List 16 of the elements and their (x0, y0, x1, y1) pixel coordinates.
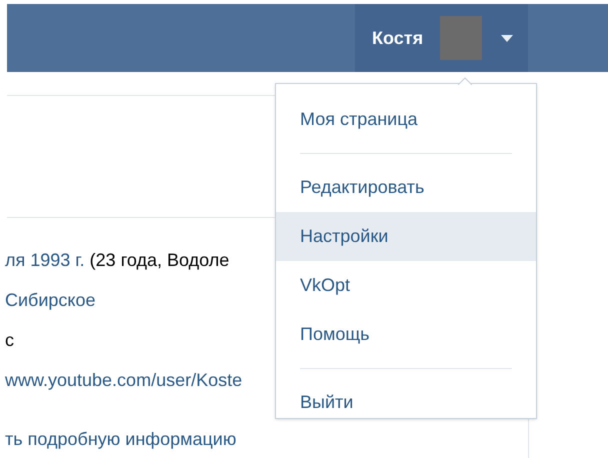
menu-item[interactable]: Настройки (276, 212, 536, 261)
menu-item[interactable]: Выйти (276, 378, 536, 427)
profile-link[interactable]: Сибирское (5, 290, 96, 310)
user-name: Костя (372, 26, 424, 50)
profile-text: (23 года, Водоле (88, 250, 230, 270)
show-details-link[interactable]: ть подробную информацию (5, 429, 236, 449)
profile-text: с (5, 330, 14, 350)
caret-icon (501, 34, 514, 42)
menu-item[interactable]: Моя страница (276, 95, 536, 144)
user-menu-button[interactable]: Костя (355, 4, 528, 72)
menu-item[interactable]: Помощь (276, 310, 536, 359)
menu-item[interactable]: Редактировать (276, 163, 536, 212)
menu-item[interactable]: VkOpt (276, 261, 536, 310)
profile-link[interactable]: ля 1993 г. (5, 250, 85, 270)
avatar-photo-placeholder (440, 16, 482, 60)
profile-link[interactable]: www.youtube.com/user/Koste (5, 370, 242, 390)
